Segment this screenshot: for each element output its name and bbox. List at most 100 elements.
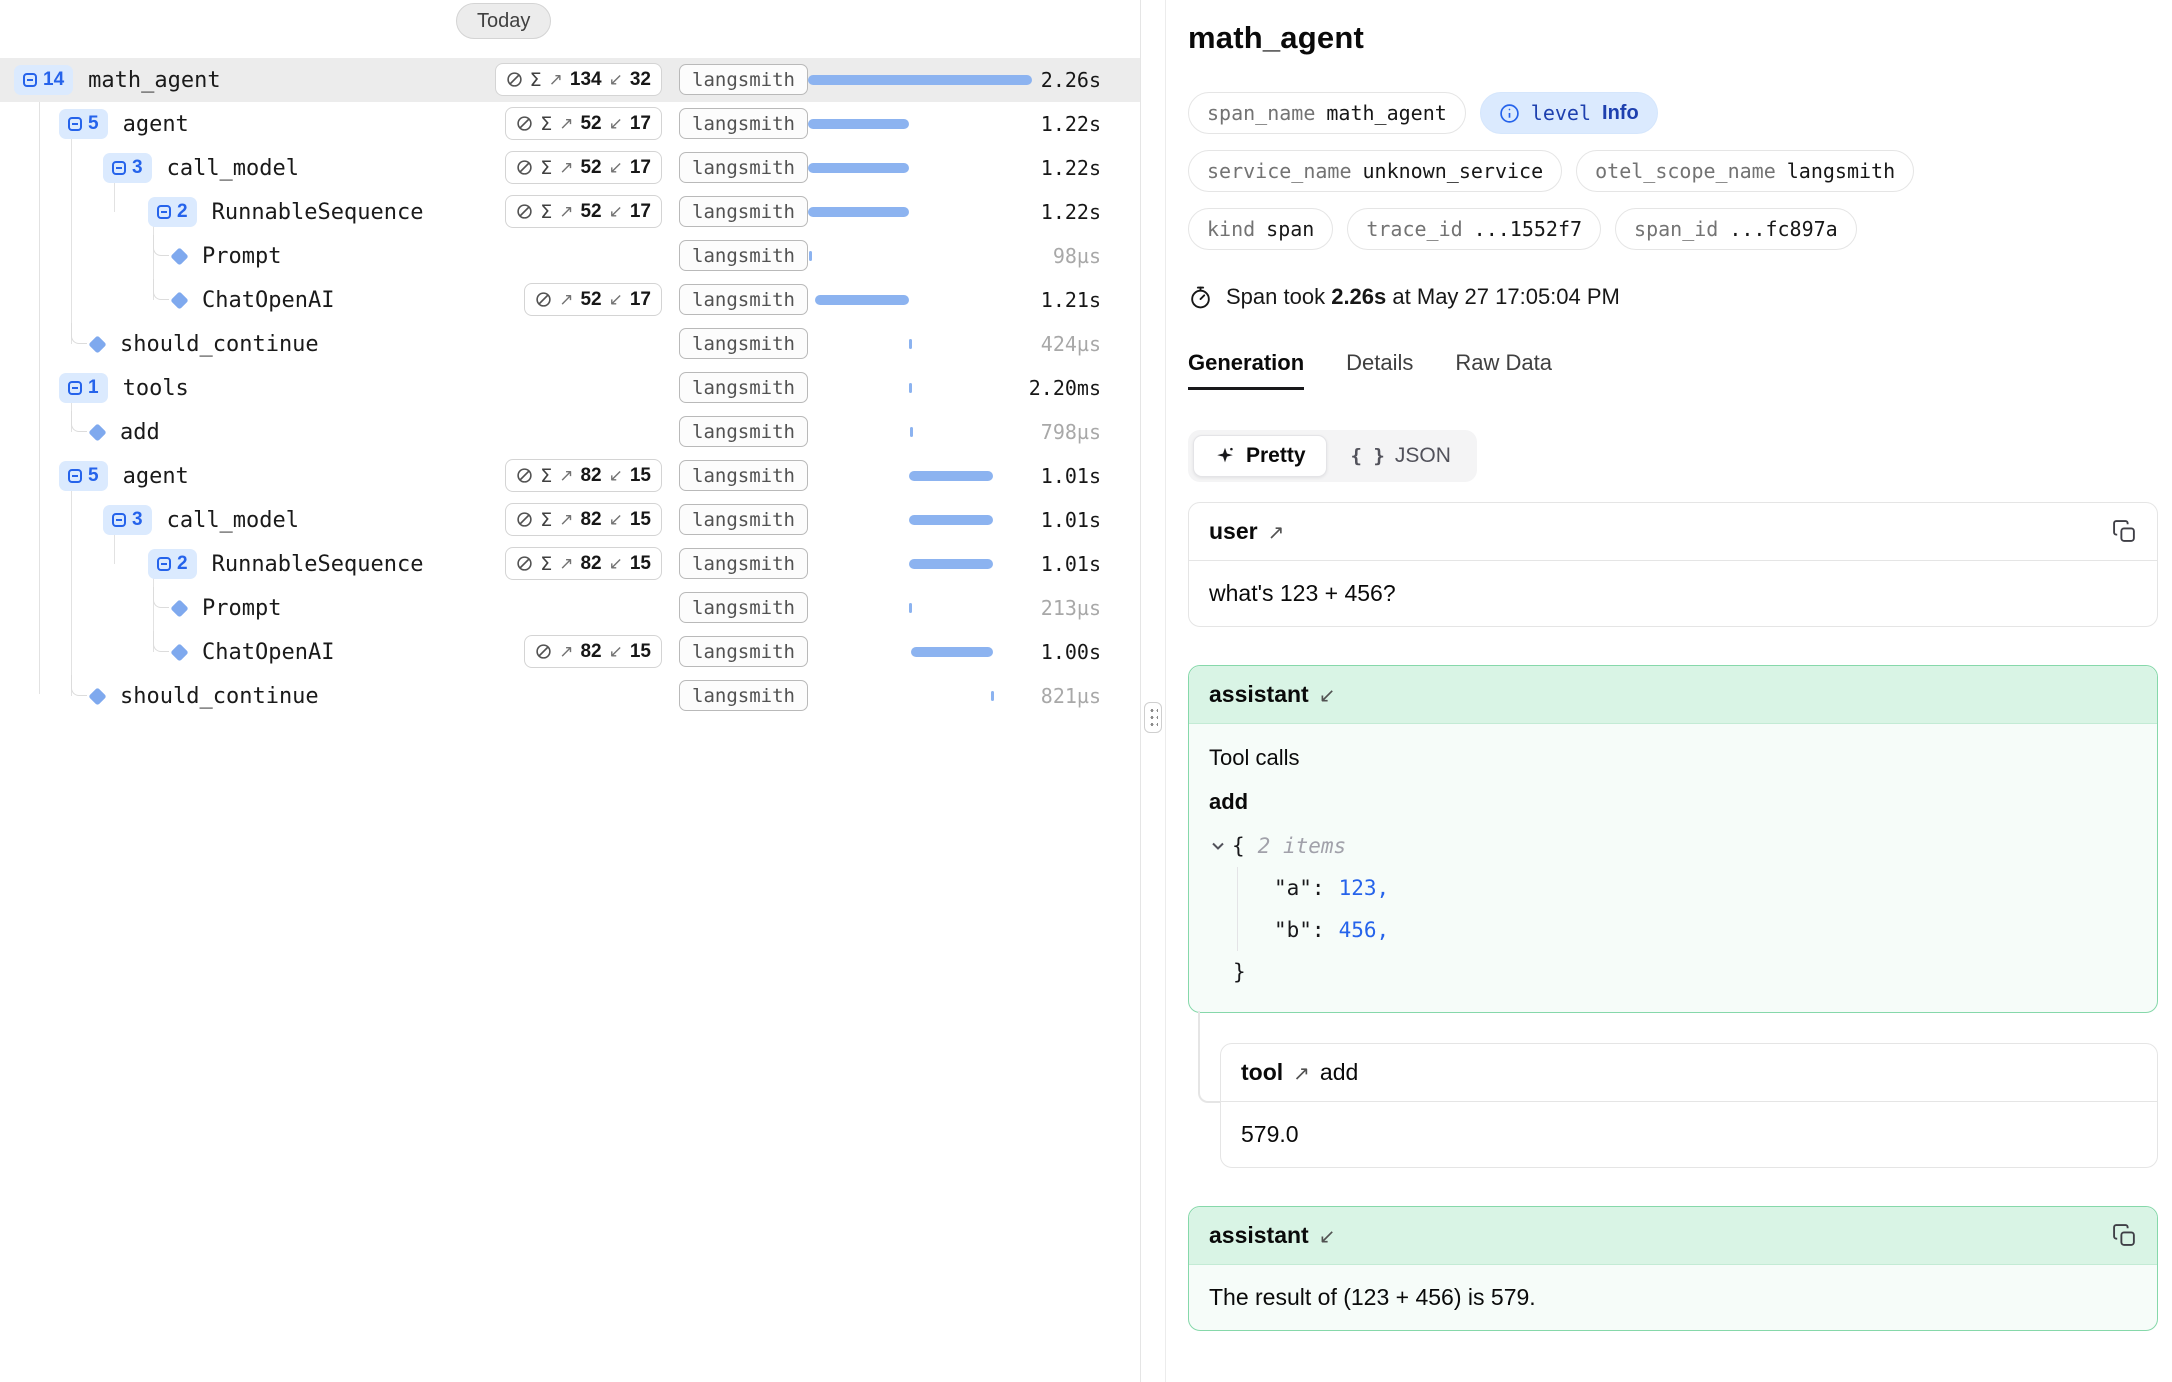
copy-button[interactable] [2112, 1223, 2137, 1248]
span-title: math_agent [1188, 20, 2158, 56]
timeline-track [808, 603, 1032, 613]
langsmith-tag: langsmith [679, 680, 808, 711]
span-diamond-icon [170, 247, 188, 265]
json-button[interactable]: { } JSON [1330, 435, 1472, 477]
drag-handle[interactable] [1144, 702, 1162, 733]
json-viewer: { 2 items "a":123,"b":456, } [1209, 825, 2137, 993]
span-name: math_agent [88, 68, 220, 93]
input-arrow-icon: ↗ [549, 70, 563, 90]
timeline-track [808, 515, 1032, 525]
span-name: ChatOpenAI [202, 288, 334, 313]
duration-bar [909, 559, 993, 569]
tab-raw-data[interactable]: Raw Data [1455, 350, 1552, 390]
sigma-icon: Σ [540, 465, 552, 487]
message-header: assistant ↙ [1189, 1207, 2157, 1265]
duration-label: 1.22s [1041, 190, 1101, 234]
collapse-chevron-icon[interactable] [1209, 837, 1227, 855]
expand-arrow-icon[interactable]: ↗ [1268, 520, 1285, 544]
trace-row[interactable]: 5 agent Σ ↗82 ↙15 langsmith 1.01s [0, 454, 1140, 498]
duration-label: 1.00s [1041, 630, 1101, 674]
token-usage-badge: Σ ↗82 ↙15 [505, 459, 662, 492]
token-coin-icon [516, 555, 533, 572]
output-arrow-icon: ↙ [609, 158, 623, 178]
pill-key: level [1531, 101, 1591, 125]
today-filter-pill[interactable]: Today [456, 3, 551, 39]
duration-label: 1.01s [1041, 498, 1101, 542]
output-arrow-icon: ↙ [609, 554, 623, 574]
trace-row[interactable]: ChatOpenAI ↗82 ↙15 langsmith 1.00s [0, 630, 1140, 674]
level-pill: level Info [1480, 92, 1658, 134]
copy-button[interactable] [2112, 519, 2137, 544]
span-diamond-icon [170, 599, 188, 617]
langsmith-tag: langsmith [679, 328, 808, 359]
collapse-arrow-icon[interactable]: ↙ [1319, 1224, 1336, 1248]
trace-row[interactable]: ChatOpenAI ↗52 ↙17 langsmith 1.21s [0, 278, 1140, 322]
input-arrow-icon: ↗ [559, 554, 573, 574]
pill-value: math_agent [1326, 101, 1446, 125]
trace-row[interactable]: 3 call_model Σ ↗52 ↙17 langsmith 1.22s [0, 146, 1140, 190]
pill-value: Info [1602, 102, 1639, 125]
collapse-badge[interactable]: 3 [103, 505, 152, 535]
output-arrow-icon: ↙ [609, 202, 623, 222]
token-coin-icon [516, 467, 533, 484]
token-usage-badge: Σ ↗82 ↙15 [505, 547, 662, 580]
trace-row[interactable]: 3 call_model Σ ↗82 ↙15 langsmith 1.01s [0, 498, 1140, 542]
trace-row[interactable]: add langsmith 798µs [0, 410, 1140, 454]
tab-generation[interactable]: Generation [1188, 350, 1304, 390]
collapse-badge[interactable]: 2 [148, 197, 197, 227]
duration-label: 1.22s [1041, 102, 1101, 146]
attribute-pill: kindspan [1188, 208, 1333, 250]
span-name: call_model [167, 508, 299, 533]
duration-label: 1.01s [1041, 542, 1101, 586]
message-card-assistant-toolcall: assistant ↙ Tool calls add { 2 items "a"… [1188, 665, 2158, 1013]
collapse-minus-icon [68, 381, 82, 395]
collapse-badge[interactable]: 14 [14, 65, 73, 95]
collapse-badge[interactable]: 3 [103, 153, 152, 183]
trace-row[interactable]: should_continue langsmith 424µs [0, 322, 1140, 366]
message-header: tool ↗ add [1221, 1044, 2157, 1102]
span-name: should_continue [120, 684, 319, 709]
trace-row[interactable]: 14 math_agent Σ ↗134 ↙32 langsmith 2.26s [0, 58, 1140, 102]
token-usage-badge: ↗82 ↙15 [524, 635, 662, 668]
trace-row[interactable]: Prompt langsmith 213µs [0, 586, 1140, 630]
output-arrow-icon: ↙ [609, 70, 623, 90]
tab-details[interactable]: Details [1346, 350, 1413, 390]
expand-arrow-icon[interactable]: ↗ [1293, 1061, 1310, 1085]
trace-panel: Today 14 math_agent Σ ↗134 ↙32 langsmith… [0, 0, 1141, 1382]
trace-row[interactable]: 2 RunnableSequence Σ ↗52 ↙17 langsmith 1… [0, 190, 1140, 234]
message-header: assistant ↙ [1189, 666, 2157, 724]
timeline-track [808, 163, 1032, 173]
duration-bar [911, 647, 993, 657]
timeline-track [808, 339, 1032, 349]
collapse-badge[interactable]: 5 [59, 109, 108, 139]
span-timing: Span took 2.26s at May 27 17:05:04 PM [1188, 284, 2158, 310]
duration-bar [815, 295, 909, 305]
trace-row[interactable]: should_continue langsmith 821µs [0, 674, 1140, 718]
collapse-badge[interactable]: 5 [59, 461, 108, 491]
trace-row[interactable]: 2 RunnableSequence Σ ↗82 ↙15 langsmith 1… [0, 542, 1140, 586]
json-items-count: 2 items [1258, 834, 1347, 858]
collapse-badge[interactable]: 1 [59, 373, 108, 403]
resize-gutter[interactable] [1141, 0, 1166, 1382]
pill-value: ...fc897a [1729, 217, 1837, 241]
pill-value: unknown_service [1363, 159, 1544, 183]
timeline-track [808, 691, 1032, 701]
timing-connector: at [1392, 284, 1410, 309]
duration-bar [909, 471, 993, 481]
pill-key: otel_scope_name [1595, 159, 1776, 183]
message-role: assistant [1209, 1222, 1309, 1249]
trace-row[interactable]: 1 tools langsmith 2.20ms [0, 366, 1140, 410]
timing-duration: 2.26s [1331, 284, 1386, 309]
token-usage-badge: Σ ↗52 ↙17 [505, 107, 662, 140]
input-arrow-icon: ↗ [559, 510, 573, 530]
collapse-arrow-icon[interactable]: ↙ [1319, 683, 1336, 707]
trace-row[interactable]: Prompt langsmith 98µs [0, 234, 1140, 278]
pretty-button[interactable]: Pretty [1193, 435, 1327, 477]
span-diamond-icon [88, 423, 106, 441]
collapse-minus-icon [68, 117, 82, 131]
tree-connector [71, 675, 87, 696]
pill-value: ...1552f7 [1474, 217, 1582, 241]
trace-row[interactable]: 5 agent Σ ↗52 ↙17 langsmith 1.22s [0, 102, 1140, 146]
collapse-minus-icon [112, 161, 126, 175]
collapse-badge[interactable]: 2 [148, 549, 197, 579]
